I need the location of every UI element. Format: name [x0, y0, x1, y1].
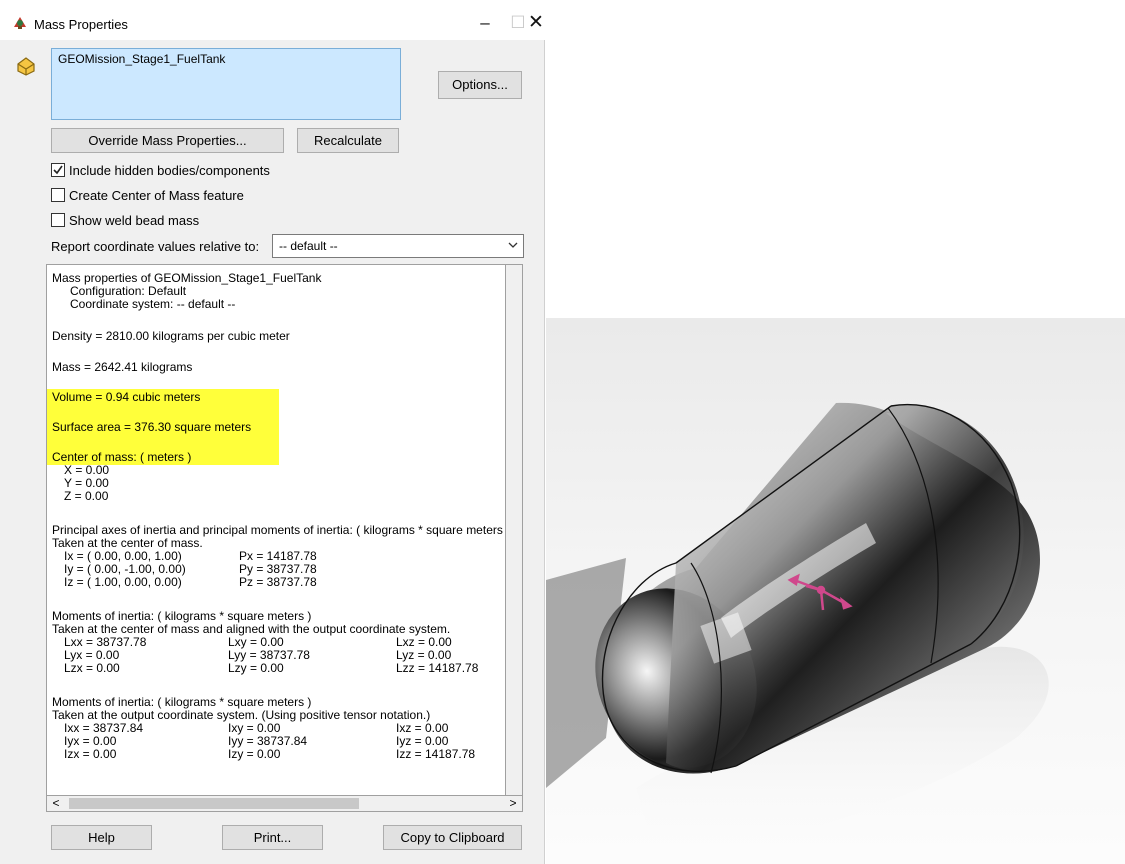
- results-volume: Volume = 0.94 cubic meters: [52, 390, 201, 404]
- graphics-viewport[interactable]: [546, 318, 1125, 864]
- results-iz: Iz = ( 1.00, 0.00, 0.00): [64, 575, 182, 589]
- results-lzy: Lzy = 0.00: [228, 661, 284, 675]
- results-izy: Izy = 0.00: [228, 747, 281, 761]
- results-density: Density = 2810.00 kilograms per cubic me…: [52, 329, 290, 343]
- print-button[interactable]: Print...: [222, 825, 323, 850]
- results-pz: Pz = 38737.78: [239, 575, 317, 589]
- create-com-label: Create Center of Mass feature: [69, 188, 244, 203]
- scroll-thumb[interactable]: [69, 798, 359, 809]
- horizontal-scrollbar[interactable]: < >: [46, 795, 523, 812]
- mass-properties-dialog: Mass Properties – ☐ ✕ GEOMission_Stage1_…: [0, 0, 545, 864]
- show-weld-bead-label: Show weld bead mass: [69, 213, 200, 228]
- checkbox-checked-icon[interactable]: [51, 163, 65, 177]
- results-com-z: Z = 0.00: [64, 489, 109, 503]
- results-mass: Mass = 2642.41 kilograms: [52, 360, 193, 374]
- results-izz: Izz = 14187.78: [396, 747, 476, 761]
- coordinate-system-value: -- default --: [279, 239, 338, 253]
- minimize-button[interactable]: –: [471, 10, 499, 36]
- results-surface-area: Surface area = 376.30 square meters: [52, 420, 252, 434]
- title-bar: Mass Properties – ☐ ✕: [0, 0, 545, 40]
- checkbox-unchecked-icon[interactable]: [51, 188, 65, 202]
- fuel-tank-model[interactable]: [546, 318, 1125, 864]
- scroll-left-icon[interactable]: <: [49, 796, 63, 811]
- results-lzx: Lzx = 0.00: [64, 661, 120, 675]
- results-coordinate-system: Coordinate system: -- default --: [70, 297, 236, 311]
- results-text-area[interactable]: Mass properties of GEOMission_Stage1_Fue…: [46, 264, 506, 812]
- report-coordinate-label: Report coordinate values relative to:: [51, 239, 260, 254]
- vertical-scrollbar[interactable]: [506, 264, 523, 796]
- window-title: Mass Properties: [34, 17, 128, 32]
- part-icon: [17, 57, 35, 76]
- include-hidden-label: Include hidden bodies/components: [69, 163, 270, 178]
- copy-to-clipboard-button[interactable]: Copy to Clipboard: [383, 825, 522, 850]
- selected-component[interactable]: GEOMission_Stage1_FuelTank: [58, 52, 225, 66]
- recalculate-button[interactable]: Recalculate: [297, 128, 399, 153]
- app-icon: [14, 17, 26, 29]
- selection-list[interactable]: GEOMission_Stage1_FuelTank: [51, 48, 401, 120]
- override-mass-properties-button[interactable]: Override Mass Properties...: [51, 128, 284, 153]
- checkbox-unchecked-icon[interactable]: [51, 213, 65, 227]
- options-button[interactable]: Options...: [438, 71, 522, 99]
- help-button[interactable]: Help: [51, 825, 152, 850]
- close-button[interactable]: ✕: [522, 10, 550, 36]
- scroll-right-icon[interactable]: >: [506, 796, 520, 811]
- results-izx: Izx = 0.00: [64, 747, 117, 761]
- results-lzz: Lzz = 14187.78: [396, 661, 479, 675]
- coordinate-system-select[interactable]: -- default --: [272, 234, 524, 258]
- chevron-down-icon[interactable]: [507, 237, 519, 256]
